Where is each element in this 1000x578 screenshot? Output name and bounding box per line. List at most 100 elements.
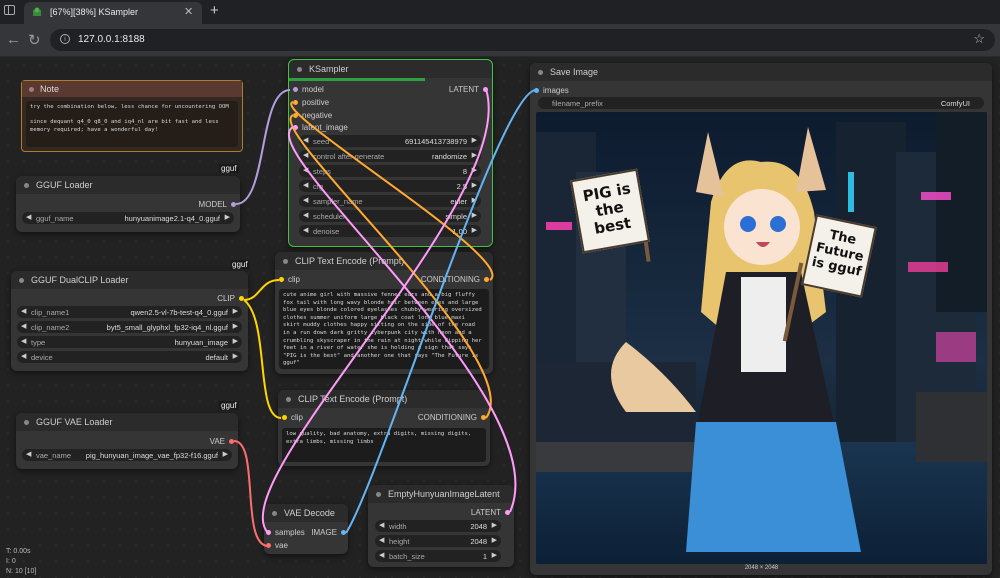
arrow-left-icon[interactable]: ◀ [303, 166, 308, 174]
vae-decode-node[interactable]: VAE Decode samples IMAGE vae [264, 504, 348, 554]
denoise-widget[interactable]: ◀ denoise 1.00 ▶ [299, 225, 481, 237]
vae-output[interactable]: VAE [210, 437, 235, 446]
conditioning-output[interactable]: CONDITIONING [418, 413, 487, 422]
collapse-dot-icon[interactable] [376, 492, 381, 497]
arrow-right-icon[interactable]: ▶ [472, 151, 477, 159]
cfg-widget[interactable]: ◀ cfg 2.5 ▶ [299, 180, 481, 192]
collapse-dot-icon[interactable] [19, 278, 24, 283]
note-text[interactable]: try the combination below, less chance f… [26, 101, 238, 147]
arrow-right-icon[interactable]: ▶ [233, 337, 238, 345]
dualclip-loader-node[interactable]: GGUF DualCLIP Loader CLIP ◀ clip_name1 qwe… [11, 271, 248, 371]
ksampler-node[interactable]: KSampler model LATENT positive negative … [288, 59, 493, 247]
filename-prefix-widget[interactable]: filename_prefix ComfyUI [538, 97, 984, 109]
gguf-vae-loader-node[interactable]: GGUF VAE Loader VAE ◀ vae_name pig_hunyuan… [16, 413, 238, 469]
generated-image-preview[interactable]: PIG is the best The Future is gguf [536, 112, 987, 564]
clip-input[interactable]: clip [282, 413, 303, 422]
collapse-dot-icon[interactable] [29, 87, 34, 92]
collapse-dot-icon[interactable] [297, 67, 302, 72]
arrow-left-icon[interactable]: ◀ [303, 136, 308, 144]
arrow-left-icon[interactable]: ◀ [21, 352, 26, 360]
collapse-dot-icon[interactable] [24, 420, 29, 425]
close-tab-icon[interactable]: ✕ [184, 5, 193, 18]
url-text[interactable]: 127.0.0.1:8188 [78, 34, 145, 45]
clip-input[interactable]: clip [279, 275, 300, 284]
clip-name1-combo[interactable]: ◀ clip_name1 qwen2.5-vl-7b-test-q4_0.gguf ▶ [17, 306, 242, 318]
node-header[interactable]: GGUF DualCLIP Loader [11, 271, 248, 289]
clip-text-encode-positive-node[interactable]: CLIP Text Encode (Prompt) clip CONDITION… [275, 252, 493, 374]
arrow-right-icon[interactable]: ▶ [472, 196, 477, 204]
note-header[interactable]: Note [22, 81, 242, 97]
url-box[interactable]: i 127.0.0.1:8188 ☆ [50, 29, 995, 51]
width-widget[interactable]: ◀ width 2048 ▶ [375, 520, 501, 532]
negative-input[interactable]: negative [293, 111, 332, 120]
sampler-name-combo[interactable]: ◀ sampler_name euler ▶ [299, 195, 481, 207]
node-header[interactable]: CLIP Text Encode (Prompt) [275, 252, 493, 270]
arrow-left-icon[interactable]: ◀ [303, 211, 308, 219]
batch-size-widget[interactable]: ◀ batch_size 1 ▶ [375, 550, 501, 562]
arrow-right-icon[interactable]: ▶ [223, 450, 228, 458]
arrow-right-icon[interactable]: ▶ [233, 352, 238, 360]
arrow-left-icon[interactable]: ◀ [21, 337, 26, 345]
latent-image-input[interactable]: latent_image [293, 123, 348, 132]
back-icon[interactable]: ← [6, 31, 21, 48]
new-tab-icon[interactable]: + [210, 2, 219, 19]
gguf-name-combo[interactable]: ◀ gguf_name hunyuanimage2.1-q4_0.gguf ▶ [22, 212, 234, 224]
samples-input[interactable]: samples [266, 528, 305, 537]
arrow-left-icon[interactable]: ◀ [26, 450, 31, 458]
reload-icon[interactable]: ↻ [28, 31, 41, 49]
arrow-right-icon[interactable]: ▶ [472, 181, 477, 189]
steps-widget[interactable]: ◀ steps 8 ▶ [299, 165, 481, 177]
images-input[interactable]: images [534, 86, 569, 95]
arrow-left-icon[interactable]: ◀ [379, 551, 384, 559]
vae-name-combo[interactable]: ◀ vae_name pig_hunyuan_image_vae_fp32-f16.… [22, 449, 232, 461]
scheduler-combo[interactable]: ◀ scheduler simple ▶ [299, 210, 481, 222]
collapse-dot-icon[interactable] [272, 511, 277, 516]
clip-name2-combo[interactable]: ◀ clip_name2 byt5_small_glyphxl_fp32-iq4_n… [17, 321, 242, 333]
arrow-right-icon[interactable]: ▶ [233, 322, 238, 330]
arrow-right-icon[interactable]: ▶ [492, 536, 497, 544]
collapse-dot-icon[interactable] [538, 70, 543, 75]
positive-prompt-textarea[interactable]: cute anime girl with massive fennec ears… [279, 289, 489, 369]
collapse-dot-icon[interactable] [283, 259, 288, 264]
model-output[interactable]: MODEL [199, 200, 237, 209]
bookmark-star-icon[interactable]: ☆ [973, 31, 985, 47]
device-combo[interactable]: ◀ device default ▶ [17, 351, 242, 363]
site-info-icon[interactable]: i [60, 34, 70, 44]
node-header[interactable]: KSampler [289, 60, 492, 78]
arrow-right-icon[interactable]: ▶ [233, 307, 238, 315]
vae-input[interactable]: vae [266, 541, 288, 550]
arrow-left-icon[interactable]: ◀ [21, 307, 26, 315]
arrow-left-icon[interactable]: ◀ [303, 181, 308, 189]
type-combo[interactable]: ◀ type hunyuan_image ▶ [17, 336, 242, 348]
latent-output[interactable]: LATENT [471, 508, 511, 517]
node-header[interactable]: GGUF VAE Loader [16, 413, 238, 431]
control-after-generate-combo[interactable]: ◀ control after generate randomize ▶ [299, 150, 481, 162]
arrow-right-icon[interactable]: ▶ [492, 521, 497, 529]
empty-hunyuan-latent-node[interactable]: EmptyHunyuanImageLatent LATENT ◀ width 204… [368, 485, 514, 567]
node-header[interactable]: VAE Decode [264, 504, 348, 522]
conditioning-output[interactable]: CONDITIONING [421, 275, 490, 284]
arrow-left-icon[interactable]: ◀ [379, 536, 384, 544]
arrow-left-icon[interactable]: ◀ [21, 322, 26, 330]
arrow-right-icon[interactable]: ▶ [472, 226, 477, 234]
image-output[interactable]: IMAGE [311, 528, 346, 537]
arrow-left-icon[interactable]: ◀ [26, 213, 31, 221]
positive-input[interactable]: positive [293, 98, 329, 107]
clip-output[interactable]: CLIP [217, 294, 244, 303]
latent-output[interactable]: LATENT [449, 85, 489, 94]
node-header[interactable]: Save Image [530, 63, 992, 81]
arrow-right-icon[interactable]: ▶ [492, 551, 497, 559]
node-header[interactable]: CLIP Text Encode (Prompt) [278, 390, 490, 408]
arrow-left-icon[interactable]: ◀ [303, 226, 308, 234]
arrow-right-icon[interactable]: ▶ [472, 166, 477, 174]
collapse-dot-icon[interactable] [286, 397, 291, 402]
window-menu-icon[interactable] [4, 5, 15, 15]
note-node[interactable]: Note try the combination below, less cha… [21, 80, 243, 152]
height-widget[interactable]: ◀ height 2048 ▶ [375, 535, 501, 547]
arrow-right-icon[interactable]: ▶ [472, 211, 477, 219]
browser-tab[interactable]: [67%][38%] KSampler ✕ [24, 2, 202, 24]
arrow-left-icon[interactable]: ◀ [303, 151, 308, 159]
arrow-right-icon[interactable]: ▶ [225, 213, 230, 221]
model-input[interactable]: model [293, 85, 324, 94]
node-header[interactable]: EmptyHunyuanImageLatent [368, 485, 514, 503]
